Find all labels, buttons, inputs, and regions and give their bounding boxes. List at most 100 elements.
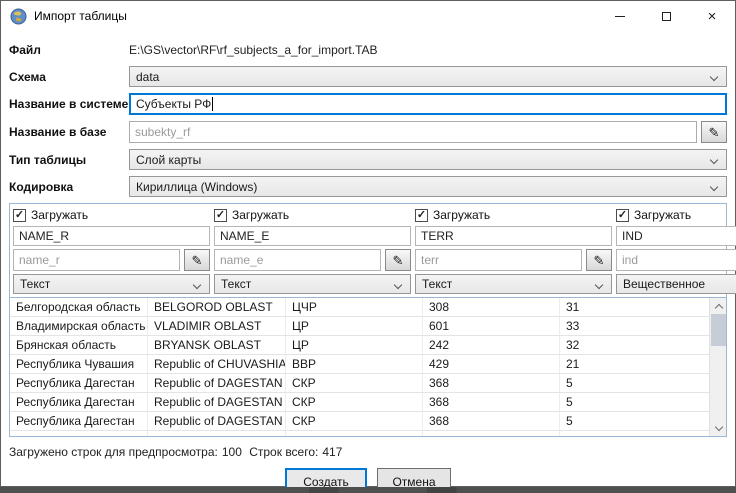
load-checkbox[interactable]: ✓: [214, 209, 227, 222]
table-cell: 32: [560, 336, 709, 354]
check-icon: ✓: [417, 210, 426, 221]
table-row[interactable]: Республика ДагестанRepublic of DAGESTANС…: [10, 374, 709, 393]
table-cell: [10, 431, 148, 436]
table-cell: ЦР: [286, 336, 423, 354]
table-cell: Республика Дагестан: [10, 393, 148, 411]
table-row[interactable]: Республика ДагестанRepublic of DAGESTANС…: [10, 412, 709, 431]
table-row[interactable]: Белгородская областьBELGOROD OBLASTЦЧР30…: [10, 298, 709, 317]
edit-alias-button[interactable]: ✎: [184, 249, 210, 271]
encoding-value: Кириллица (Windows): [136, 180, 257, 194]
load-toggle-row: ✓ Загружать: [214, 207, 411, 223]
table-cell: Republic of DAGESTAN: [148, 374, 286, 392]
chevron-down-icon: [710, 73, 718, 81]
edit-alias-button[interactable]: ✎: [586, 249, 612, 271]
pencil-icon: ✎: [709, 126, 720, 139]
chevron-down-icon: [193, 281, 201, 289]
load-checkbox[interactable]: ✓: [13, 209, 26, 222]
table-cell: [423, 431, 560, 436]
schema-label: Схема: [9, 70, 129, 84]
file-row: Файл E:\GS\vector\RF\rf_subjects_a_for_i…: [9, 39, 727, 60]
column-name-input[interactable]: [616, 226, 736, 246]
scrollbar-thumb[interactable]: [711, 314, 726, 346]
mapping-column-name_r: ✓Загружать ✎ Текст: [13, 207, 210, 294]
column-alias-input[interactable]: [616, 249, 736, 271]
system-name-row: Название в системе Субъекты РФ: [9, 93, 727, 115]
column-name-input[interactable]: [415, 226, 612, 246]
mapping-column-ind: ✓Загружать✎Вещественное: [616, 207, 736, 294]
preview-table: Белгородская областьBELGOROD OBLASTЦЧР30…: [10, 297, 726, 436]
maximize-button[interactable]: [643, 1, 689, 31]
db-name-input[interactable]: [129, 121, 697, 143]
column-type-value: Вещественное: [623, 277, 705, 291]
column-type-select[interactable]: Текст: [13, 274, 210, 294]
preview-count-label: Загружено строк для предпросмотра:: [9, 445, 218, 459]
table-row[interactable]: Владимирская областьVLADIMIR OBLASTЦР601…: [10, 317, 709, 336]
background-taskbar-strip: [0, 487, 736, 493]
alias-row: ✎: [13, 249, 210, 271]
table-cell: СКР: [286, 412, 423, 430]
status-bar: Загружено строк для предпросмотра:100 Ст…: [9, 445, 727, 459]
table-row[interactable]: Республика ДагестанRepublic of DAGESTANС…: [10, 393, 709, 412]
table-type-value: Слой карты: [136, 153, 201, 167]
schema-select[interactable]: data: [129, 66, 727, 87]
check-icon: ✓: [618, 210, 627, 221]
total-count-value: 417: [322, 445, 342, 459]
table-cell: ВВР: [286, 355, 423, 373]
column-mapping-grid: ✓Загружать✎Текст✓Загружать✎Текст✓Загружа…: [10, 204, 726, 297]
table-cell: 5: [560, 412, 709, 430]
import-form: Файл E:\GS\vector\RF\rf_subjects_a_for_i…: [1, 31, 735, 197]
file-label: Файл: [9, 43, 129, 57]
table-cell: Белгородская область: [10, 298, 148, 316]
column-alias-input[interactable]: [13, 249, 180, 271]
pencil-icon: ✎: [393, 254, 404, 267]
table-type-select[interactable]: Слой карты: [129, 149, 727, 170]
encoding-select[interactable]: Кириллица (Windows): [129, 176, 727, 197]
column-name-input[interactable]: [13, 226, 210, 246]
column-type-select[interactable]: Текст: [214, 274, 411, 294]
minimize-button[interactable]: [597, 1, 643, 31]
table-cell: 31: [560, 298, 709, 316]
system-name-label: Название в системе: [9, 97, 129, 111]
table-cell: Республика Дагестан: [10, 374, 148, 392]
globe-icon: [10, 8, 27, 25]
column-alias-input[interactable]: [415, 249, 582, 271]
column-name-input[interactable]: [214, 226, 411, 246]
maximize-icon: [662, 12, 671, 21]
titlebar: Импорт таблицы ×: [1, 1, 735, 31]
pencil-icon: ✎: [594, 254, 605, 267]
check-icon: ✓: [15, 210, 24, 221]
column-type-select[interactable]: Вещественное: [616, 274, 736, 294]
table-cell: 308: [423, 298, 560, 316]
schema-value: data: [136, 70, 159, 84]
table-cell: СКР: [286, 374, 423, 392]
table-cell: 368: [423, 393, 560, 411]
table-cell: BELGOROD OBLAST: [148, 298, 286, 316]
db-name-label: Название в базе: [9, 125, 129, 139]
table-type-row: Тип таблицы Слой карты: [9, 149, 727, 170]
load-checkbox[interactable]: ✓: [415, 209, 428, 222]
table-cell: СКР: [286, 393, 423, 411]
column-mapping-panel: ✓Загружать✎Текст✓Загружать✎Текст✓Загружа…: [9, 203, 727, 437]
close-button[interactable]: ×: [689, 1, 735, 31]
table-cell: BRYANSK OBLAST: [148, 336, 286, 354]
load-label: Загружать: [232, 208, 289, 222]
scroll-down-button[interactable]: [710, 421, 726, 436]
table-row[interactable]: Брянская областьBRYANSK OBLASTЦР24232: [10, 336, 709, 355]
column-alias-input[interactable]: [214, 249, 381, 271]
edit-alias-button[interactable]: ✎: [385, 249, 411, 271]
chevron-down-icon: [714, 423, 722, 431]
load-checkbox[interactable]: ✓: [616, 209, 629, 222]
vertical-scrollbar[interactable]: [709, 298, 726, 436]
column-type-value: Текст: [20, 277, 50, 291]
db-name-row: Название в базе ✎: [9, 121, 727, 143]
load-toggle-row: ✓Загружать: [13, 207, 210, 223]
edit-db-name-button[interactable]: ✎: [701, 121, 727, 143]
scroll-up-button[interactable]: [710, 298, 726, 313]
load-toggle-row: ✓Загружать: [415, 207, 612, 223]
window-controls: ×: [597, 1, 735, 31]
preview-count-value: 100: [222, 445, 242, 459]
system-name-input[interactable]: Субъекты РФ: [129, 93, 727, 115]
table-row[interactable]: Республика ЧувашияRepublic of CHUVASHIAВ…: [10, 355, 709, 374]
column-type-select[interactable]: Текст: [415, 274, 612, 294]
load-toggle-row: ✓Загружать: [616, 207, 736, 223]
